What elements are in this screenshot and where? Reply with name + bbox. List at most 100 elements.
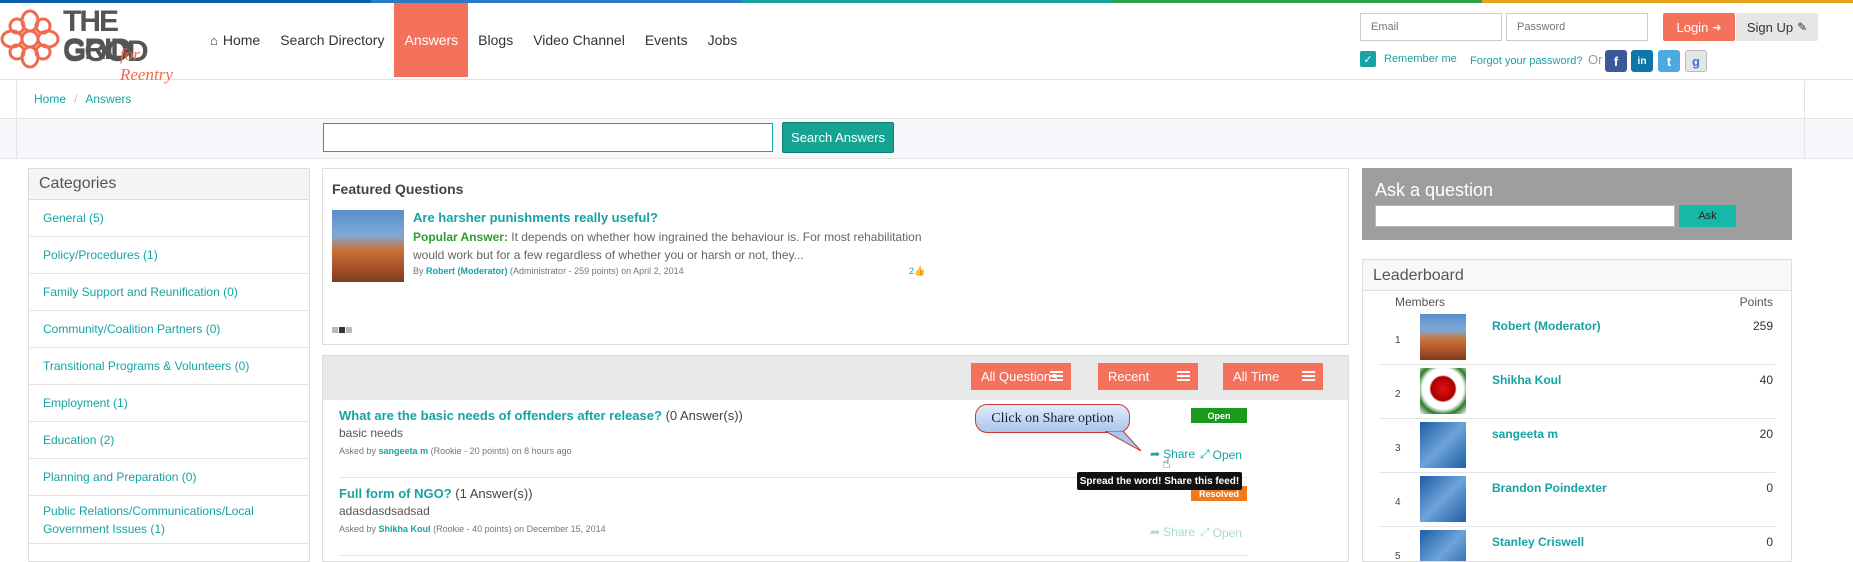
- pointer-cursor-icon: ☝: [1162, 455, 1171, 471]
- all-time-label: All Time: [1233, 369, 1280, 384]
- nav-answers[interactable]: Answers: [394, 3, 469, 77]
- featured-answer: Popular Answer: It depends on whether ho…: [413, 228, 933, 264]
- member-name[interactable]: Brandon Poindexter: [1492, 481, 1607, 495]
- member-points: 20: [1759, 427, 1773, 441]
- or-label: Or: [1588, 52, 1603, 67]
- share-callout: Click on Share option: [975, 404, 1130, 433]
- featured-questions-panel: Featured Questions Are harsher punishmen…: [322, 168, 1349, 345]
- share-button[interactable]: ➦ Share: [1150, 447, 1195, 461]
- featured-thumbnail[interactable]: [332, 210, 404, 282]
- site-header: THE GOOD GRID for Reentry ⌂ Home Search …: [0, 3, 1853, 84]
- login-area: Login ➜ Sign Up ✎ ✓ Remember me Forgot y…: [1360, 10, 1850, 80]
- featured-title: Featured Questions: [332, 181, 464, 197]
- nav-video-channel[interactable]: Video Channel: [523, 3, 635, 77]
- google-icon[interactable]: g: [1685, 50, 1707, 72]
- breadcrumb-bar: Home / Answers: [0, 81, 1853, 119]
- member-points: 40: [1759, 373, 1773, 387]
- featured-author-link[interactable]: Robert (Moderator): [426, 266, 508, 276]
- category-item[interactable]: Community/Coalition Partners (0): [29, 311, 309, 348]
- menu-icon: [1177, 371, 1190, 383]
- question-description: adasdasdsadsad: [339, 504, 430, 518]
- login-label: Login: [1676, 19, 1709, 35]
- member-name[interactable]: sangeeta m: [1492, 427, 1558, 441]
- search-answers-button[interactable]: Search Answers: [782, 122, 894, 153]
- category-item[interactable]: Transitional Programs & Volunteers (0): [29, 348, 309, 385]
- password-field[interactable]: [1506, 13, 1648, 41]
- share-button[interactable]: ➦ Share: [1150, 525, 1195, 539]
- question-description: basic needs: [339, 426, 404, 440]
- category-item[interactable]: Public Relations/Communications/Local Go…: [29, 496, 309, 544]
- categories-panel: Categories General (5) Policy/Procedures…: [28, 168, 310, 562]
- question-title: What are the basic needs of offenders af…: [339, 408, 743, 423]
- question-link[interactable]: What are the basic needs of offenders af…: [339, 408, 662, 423]
- member-name[interactable]: Shikha Koul: [1492, 373, 1561, 387]
- carousel-dot-active[interactable]: [339, 327, 345, 333]
- twitter-icon[interactable]: t: [1658, 50, 1680, 72]
- remember-me[interactable]: ✓ Remember me: [1360, 51, 1457, 67]
- email-field[interactable]: [1360, 13, 1502, 41]
- leaderboard-row: 4 Brandon Poindexter 0: [1379, 473, 1775, 527]
- ask-question-input[interactable]: [1375, 205, 1675, 227]
- avatar[interactable]: [1420, 476, 1466, 522]
- open-button[interactable]: ⤢ Open: [1200, 525, 1242, 540]
- share-icon: ➦: [1150, 447, 1161, 461]
- nav-blogs[interactable]: Blogs: [468, 3, 523, 77]
- avatar[interactable]: [1420, 530, 1466, 561]
- checkbox-checked-icon[interactable]: ✓: [1360, 51, 1376, 67]
- divider: [1804, 119, 1805, 159]
- nav-search-directory[interactable]: Search Directory: [270, 3, 394, 77]
- nav-home[interactable]: ⌂ Home: [200, 3, 270, 77]
- ask-button[interactable]: Ask: [1679, 205, 1736, 227]
- breadcrumb-home[interactable]: Home: [34, 92, 66, 106]
- open-label: Open: [1212, 447, 1242, 462]
- question-meta: Asked by Shikha Koul (Rookie - 40 points…: [339, 524, 606, 534]
- category-item[interactable]: Planning and Preparation (0): [29, 459, 309, 496]
- all-questions-dropdown[interactable]: All Questions: [971, 363, 1071, 390]
- facebook-icon[interactable]: f: [1605, 50, 1627, 72]
- search-row: Search Answers: [0, 119, 1853, 159]
- asker-link[interactable]: Shikha Koul: [379, 524, 431, 534]
- login-button[interactable]: Login ➜: [1663, 13, 1735, 41]
- recent-dropdown[interactable]: Recent: [1098, 363, 1198, 390]
- category-item[interactable]: Family Support and Reunification (0): [29, 274, 309, 311]
- member-name[interactable]: Stanley Criswell: [1492, 535, 1584, 549]
- category-item[interactable]: Policy/Procedures (1): [29, 237, 309, 274]
- menu-icon: [1050, 371, 1063, 383]
- avatar[interactable]: [1420, 422, 1466, 468]
- carousel-dot[interactable]: [332, 327, 338, 333]
- nav-events[interactable]: Events: [635, 3, 698, 77]
- avatar[interactable]: [1420, 314, 1466, 360]
- nav-jobs[interactable]: Jobs: [698, 3, 748, 77]
- avatar[interactable]: [1420, 368, 1466, 414]
- thumbs-up-icon: 👍: [914, 266, 926, 276]
- leaderboard-row: 3 sangeeta m 20: [1379, 419, 1775, 473]
- forgot-password-link[interactable]: Forgot your password?: [1470, 55, 1583, 67]
- question-link[interactable]: Full form of NGO?: [339, 486, 452, 501]
- leaderboard-title: Leaderboard: [1363, 260, 1791, 291]
- featured-question-link[interactable]: Are harsher punishments really useful?: [413, 210, 658, 225]
- remember-label: Remember me: [1384, 53, 1457, 65]
- share-tooltip: Spread the word! Share this feed!: [1077, 472, 1242, 490]
- breadcrumb-current[interactable]: Answers: [85, 92, 131, 106]
- category-item[interactable]: Employment (1): [29, 385, 309, 422]
- like-count[interactable]: 2👍: [909, 266, 925, 277]
- share-icon: ➦: [1150, 525, 1161, 539]
- asker-link[interactable]: sangeeta m: [379, 446, 429, 456]
- points-column: Points: [1739, 295, 1773, 309]
- linkedin-icon[interactable]: in: [1631, 50, 1653, 72]
- category-item[interactable]: General (5): [29, 200, 309, 237]
- carousel-dots: [332, 327, 352, 333]
- leaderboard-row: 2 Shikha Koul 40: [1379, 365, 1775, 419]
- signup-button[interactable]: Sign Up ✎: [1736, 13, 1818, 41]
- open-button[interactable]: ⤢ Open: [1200, 447, 1242, 462]
- all-time-dropdown[interactable]: All Time: [1223, 363, 1323, 390]
- site-logo[interactable]: THE GOOD GRID for Reentry: [0, 5, 195, 84]
- carousel-dot[interactable]: [346, 327, 352, 333]
- categories-title: Categories: [29, 169, 309, 200]
- search-answers-input[interactable]: [323, 123, 773, 152]
- expand-icon: ⤢: [1200, 447, 1210, 461]
- member-name[interactable]: Robert (Moderator): [1492, 319, 1601, 333]
- main-nav: ⌂ Home Search Directory Answers Blogs Vi…: [200, 3, 747, 77]
- category-item[interactable]: Education (2): [29, 422, 309, 459]
- rank: 4: [1395, 497, 1401, 508]
